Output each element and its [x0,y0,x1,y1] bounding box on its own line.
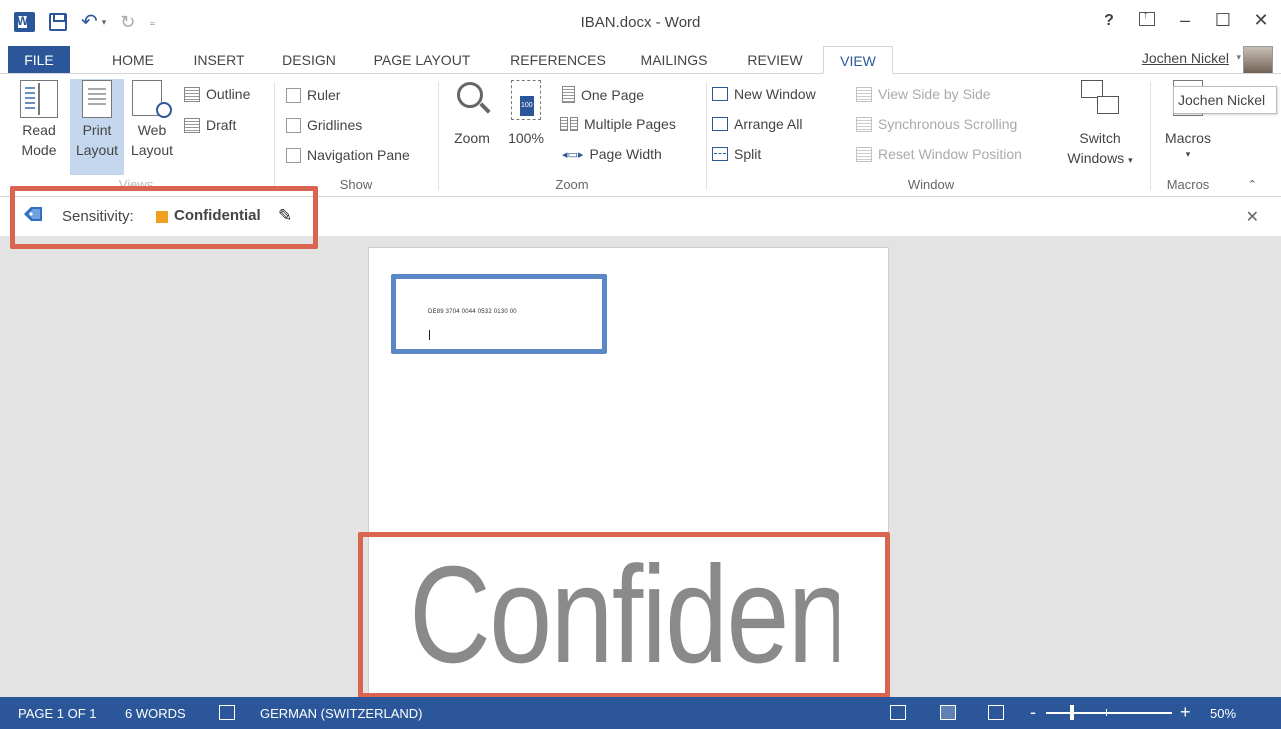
switch-windows-icon [1081,80,1119,114]
zoom-out-icon[interactable]: - [1030,702,1036,723]
magnifier-icon [455,80,491,118]
macros-group-label: Macros [1166,177,1210,192]
view-side-by-side-button[interactable]: View Side by Side [856,86,991,102]
sensitivity-highlight-box [10,186,318,249]
outline-button[interactable]: Outline [184,86,250,102]
web-layout-icon [132,80,172,118]
tab-insert[interactable]: INSERT [183,46,255,74]
tab-review[interactable]: REVIEW [737,46,813,74]
word-count[interactable]: 6 WORDS [125,706,186,721]
close-icon[interactable]: ✕ [1246,207,1259,227]
page-count[interactable]: PAGE 1 OF 1 [18,706,97,721]
minimize-button[interactable]: – [1175,10,1195,31]
synchronous-scrolling-icon [856,116,872,132]
gridlines-checkbox[interactable]: Gridlines [286,117,362,133]
one-page-button[interactable]: One Page [562,86,644,103]
title-bar: ↶ ▾ ↻ ₌ IBAN.docx - Word ? – ☐ ✕ [0,0,1281,46]
show-group: Ruler Gridlines Navigation Pane Show [276,74,436,196]
account-dropdown-icon[interactable]: ▾ [1236,52,1241,63]
one-page-icon [562,86,575,103]
zoom-group: Zoom 100% One Page Multiple Pages ◂▭▸ Pa… [440,74,704,196]
tab-page-layout[interactable]: PAGE LAYOUT [360,46,484,74]
window-controls: ? – ☐ ✕ [1099,9,1271,31]
group-divider [706,82,707,190]
window-group-label: Window [907,177,955,192]
window-group: New Window Arrange All Split View Side b… [708,74,1154,196]
switch-windows-dropdown-icon: ▾ [1128,155,1133,165]
group-divider [1150,82,1151,190]
print-layout-view-icon[interactable] [940,705,956,720]
ruler-checkbox-box[interactable] [286,87,301,103]
status-bar: PAGE 1 OF 1 6 WORDS GERMAN (SWITZERLAND)… [0,697,1281,729]
synchronous-scrolling-button[interactable]: Synchronous Scrolling [856,116,1017,132]
navigation-pane-checkbox[interactable]: Navigation Pane [286,147,410,163]
zoom-button[interactable]: Zoom [448,80,496,148]
account-tooltip: Jochen Nickel [1173,86,1277,114]
new-window-icon [712,87,728,101]
tab-design[interactable]: DESIGN [274,46,344,74]
multiple-pages-icon [560,117,578,131]
ribbon-tabs: FILE HOME INSERT DESIGN PAGE LAYOUT REFE… [0,46,1281,76]
ribbon-display-icon [1139,9,1155,26]
zoom-slider-thumb[interactable] [1070,705,1074,720]
tab-view[interactable]: VIEW [823,46,893,74]
arrange-all-button[interactable]: Arrange All [712,116,802,132]
reset-window-position-button[interactable]: Reset Window Position [856,146,1022,162]
zoom-slider-center-mark [1106,709,1107,716]
zoom-group-label: Zoom [555,177,589,192]
views-group: Read Mode Print Layout Web Layout Outlin… [0,74,272,196]
read-mode-view-icon[interactable] [890,705,906,720]
collapse-ribbon-icon[interactable]: ⌃ [1248,178,1257,191]
switch-windows-button[interactable]: Switch Windows ▾ [1062,80,1138,170]
multiple-pages-button[interactable]: Multiple Pages [560,116,676,132]
arrange-all-icon [712,117,728,131]
avatar[interactable] [1243,46,1273,76]
outline-icon [184,86,200,102]
print-layout-button[interactable]: Print Layout [70,79,124,175]
macros-dropdown-icon: ▾ [1185,149,1191,159]
tab-home[interactable]: HOME [98,46,168,74]
zoom-in-icon[interactable]: + [1180,702,1191,723]
group-divider [438,82,439,190]
read-mode-icon [20,80,58,118]
zoom-100-button[interactable]: 100% [504,80,548,148]
user-account-name[interactable]: Jochen Nickel [1142,50,1229,66]
reset-window-position-icon [856,146,872,162]
read-mode-button[interactable]: Read Mode [14,80,64,160]
new-window-button[interactable]: New Window [712,86,816,102]
draft-button[interactable]: Draft [184,117,236,133]
zoom-slider-track[interactable] [1046,712,1172,714]
watermark-highlight-box [358,532,890,698]
iban-highlight-box [391,274,607,354]
proofing-icon[interactable] [219,705,235,720]
split-button[interactable]: Split [712,146,761,162]
maximize-button[interactable]: ☐ [1213,10,1233,31]
gridlines-checkbox-box[interactable] [286,117,301,133]
print-layout-icon [82,80,112,118]
tab-file[interactable]: FILE [8,46,70,74]
web-layout-button[interactable]: Web Layout [126,80,178,160]
window-title: IBAN.docx - Word [580,14,701,31]
page-width-button[interactable]: ◂▭▸ Page Width [562,146,662,162]
ruler-checkbox[interactable]: Ruler [286,87,340,103]
ribbon: Read Mode Print Layout Web Layout Outlin… [0,73,1281,197]
split-icon [712,147,728,161]
zoom-percentage[interactable]: 50% [1210,706,1236,721]
side-by-side-icon [856,86,872,102]
help-button[interactable]: ? [1099,12,1119,30]
navigation-pane-checkbox-box[interactable] [286,147,301,163]
tab-mailings[interactable]: MAILINGS [630,46,718,74]
page-width-icon: ◂▭▸ [562,148,584,161]
tab-references[interactable]: REFERENCES [502,46,614,74]
language-indicator[interactable]: GERMAN (SWITZERLAND) [260,706,423,721]
group-divider [274,82,275,190]
close-button[interactable]: ✕ [1251,10,1271,31]
zoom-100-icon [511,80,541,120]
draft-icon [184,117,200,133]
web-layout-view-icon[interactable] [988,705,1004,720]
ribbon-display-options-button[interactable] [1137,9,1157,31]
